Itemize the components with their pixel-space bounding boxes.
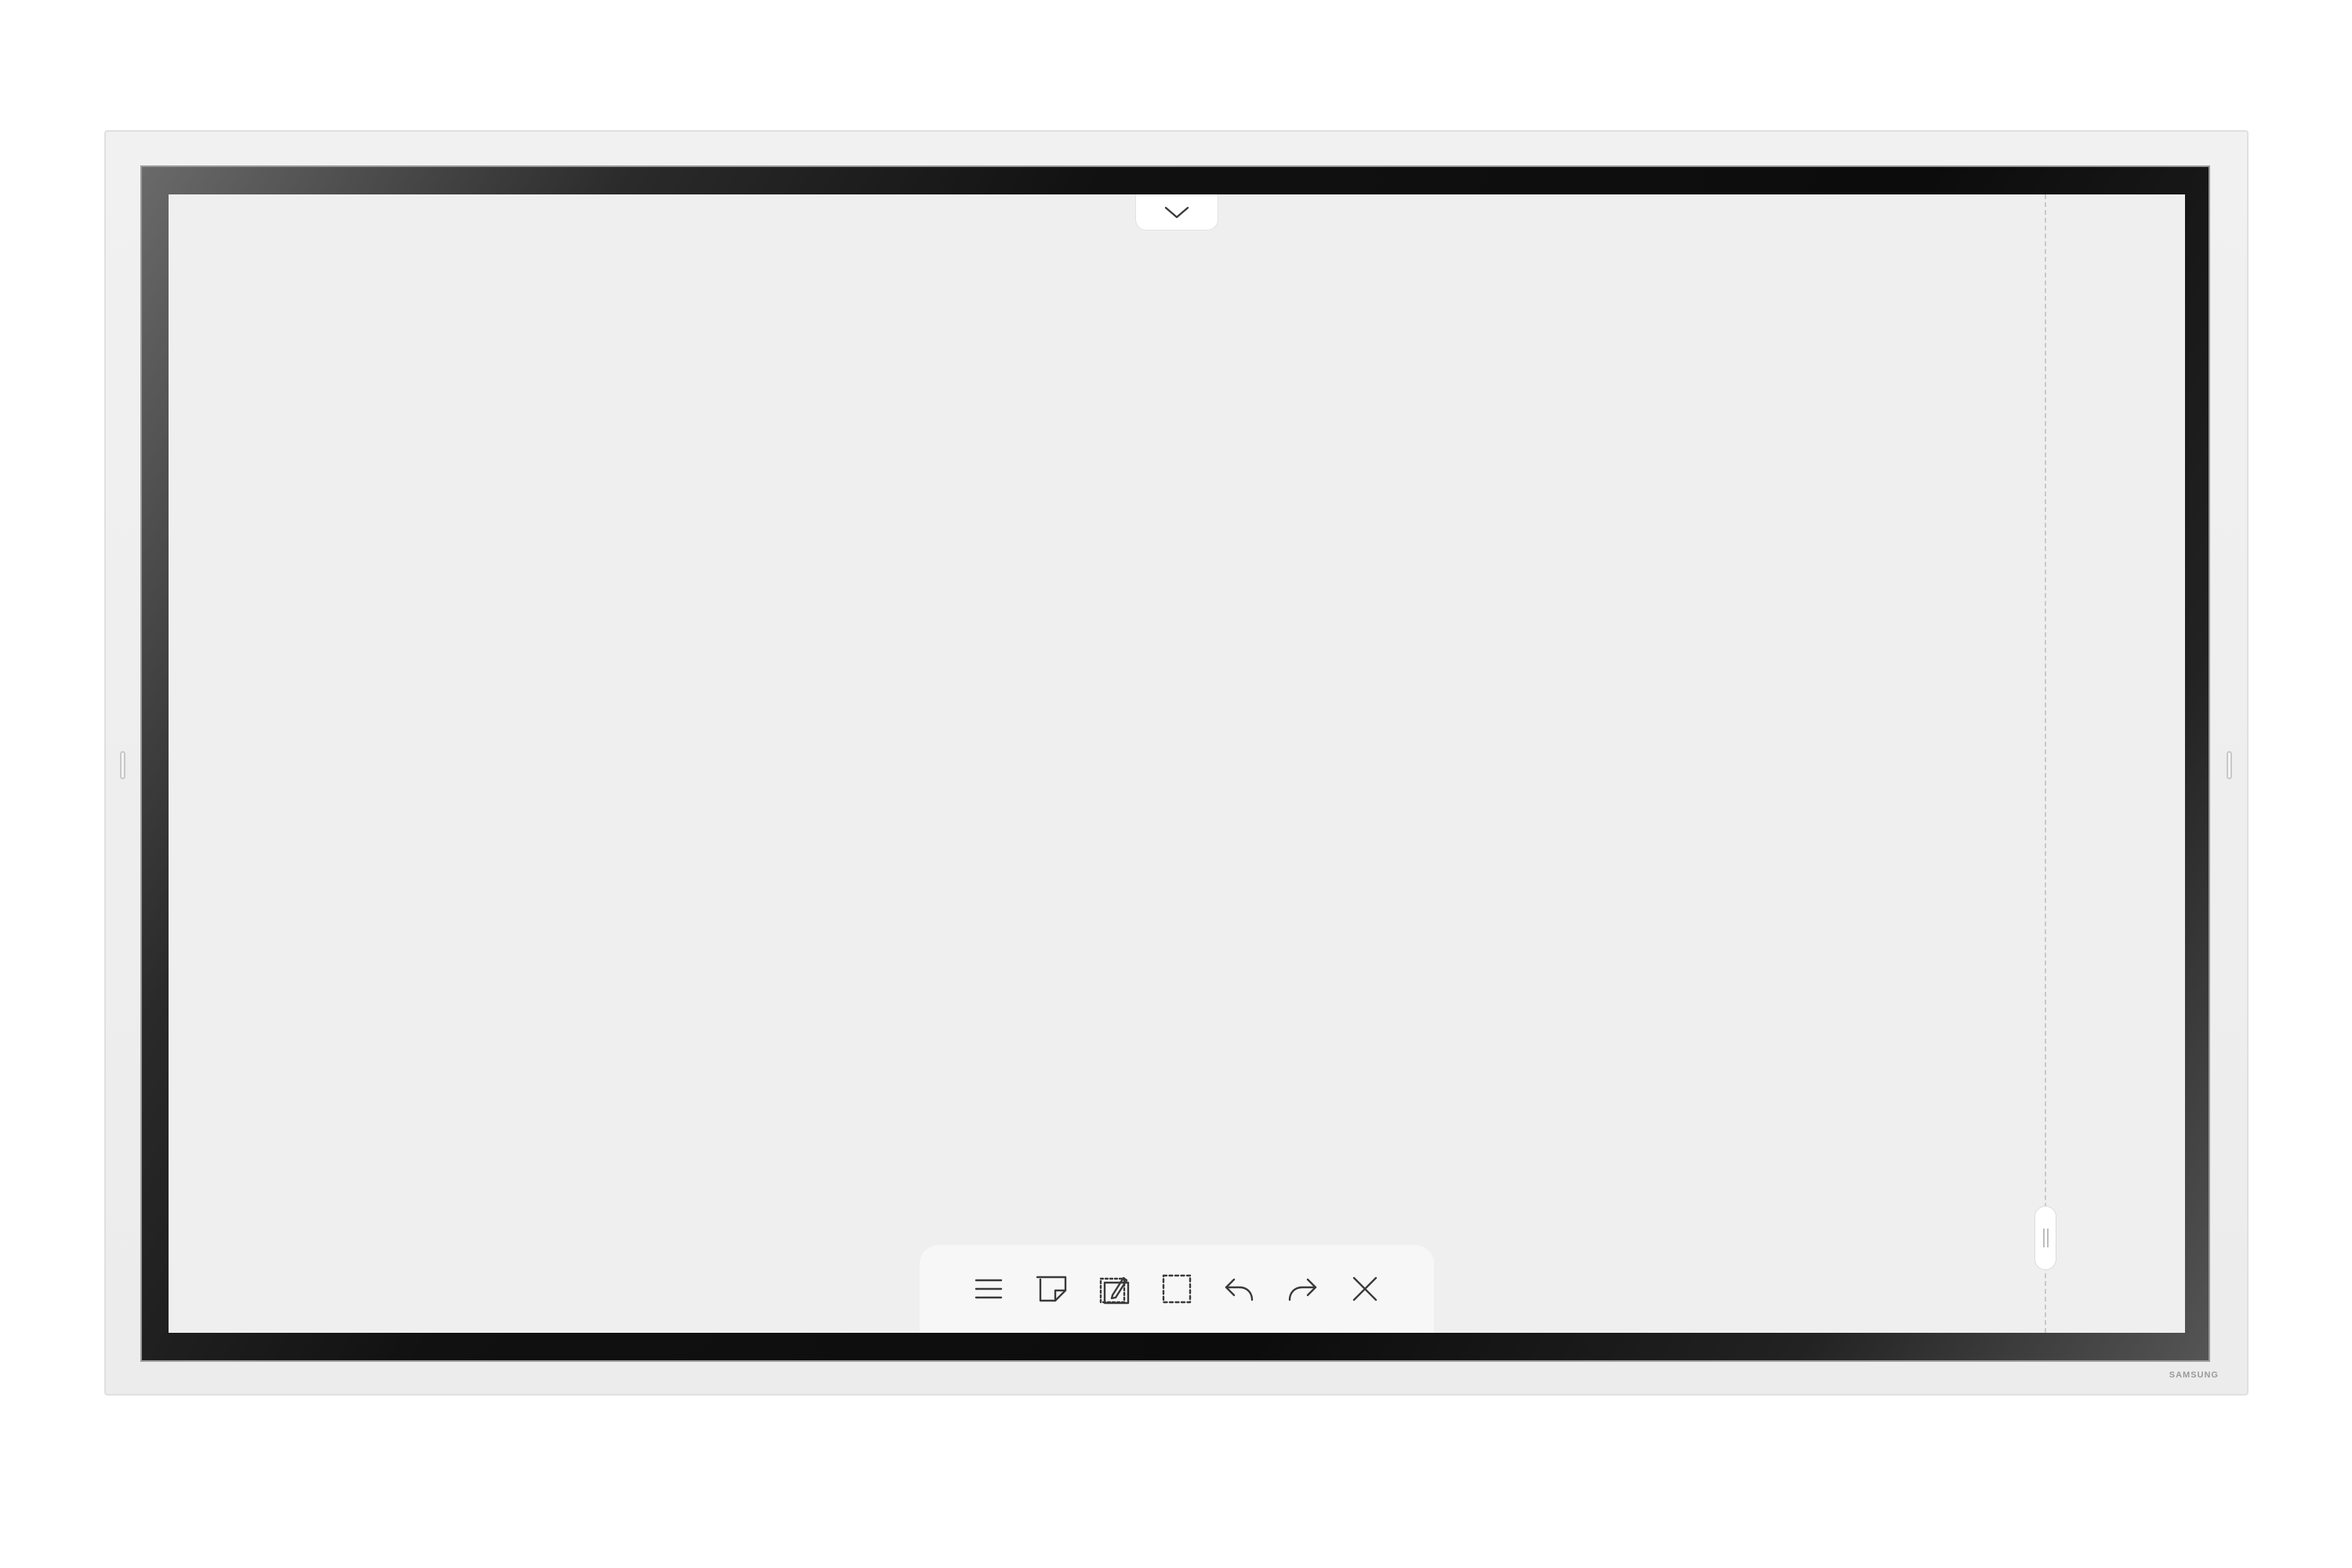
capture-edit-button[interactable] xyxy=(1083,1258,1145,1320)
brand-logo: SAMSUNG xyxy=(2169,1370,2219,1380)
grip-icon xyxy=(2046,1229,2049,1247)
undo-button[interactable] xyxy=(1208,1258,1271,1320)
sticky-note-icon xyxy=(1036,1276,1067,1302)
top-pulldown-tab[interactable] xyxy=(1135,194,1218,230)
capture-edit-icon xyxy=(1099,1276,1130,1305)
grip-icon xyxy=(2042,1229,2045,1247)
undo-icon xyxy=(1225,1278,1254,1301)
redo-icon xyxy=(1288,1278,1317,1301)
right-side-button xyxy=(2227,751,2232,779)
sticky-note-button[interactable] xyxy=(1020,1258,1083,1320)
page-divider-line xyxy=(2045,194,2046,1333)
close-icon xyxy=(1352,1276,1377,1301)
menu-icon xyxy=(975,1279,1003,1299)
selection-icon xyxy=(1162,1274,1192,1304)
page-drag-handle[interactable] xyxy=(2034,1206,2056,1270)
redo-button[interactable] xyxy=(1271,1258,1334,1320)
chevron-down-icon xyxy=(1164,206,1189,218)
whiteboard-canvas[interactable] xyxy=(169,194,2185,1333)
select-area-button[interactable] xyxy=(1145,1258,1208,1320)
left-side-button xyxy=(120,751,125,779)
menu-button[interactable] xyxy=(957,1258,1020,1320)
page: SAMSUNG xyxy=(0,0,2352,1568)
bottom-toolbar xyxy=(920,1245,1434,1333)
close-button[interactable] xyxy=(1334,1258,1396,1320)
